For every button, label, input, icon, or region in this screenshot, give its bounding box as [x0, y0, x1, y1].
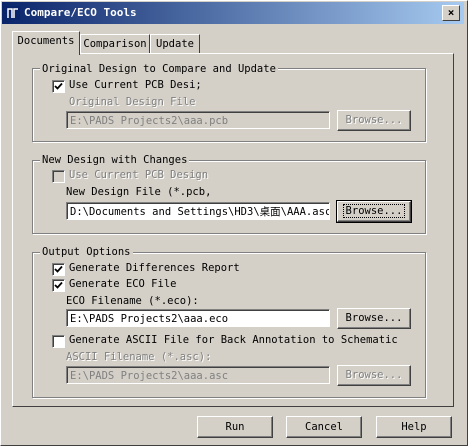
eco-filename-label: ECO Filename (*.eco):	[66, 295, 199, 307]
new-browse-button[interactable]: Browse...	[336, 200, 412, 223]
diff-report-label[interactable]: Generate Differences Report	[69, 262, 240, 275]
close-icon: ×	[447, 6, 455, 19]
new-use-current-pcb-checkbox[interactable]	[52, 170, 65, 183]
eco-file-label[interactable]: Generate ECO File	[69, 278, 176, 291]
title-bar[interactable]: Compare/ECO Tools ×	[2, 2, 464, 24]
ascii-file-checkbox[interactable]	[52, 335, 65, 348]
original-design-file-label: Original Design File	[69, 96, 196, 108]
ascii-filename-label: ASCII Filename (*.asc):	[66, 351, 212, 363]
eco-browse-button[interactable]: Browse...	[337, 308, 411, 329]
new-design-group-title: New Design with Changes	[40, 154, 190, 166]
ascii-browse-label: Browse...	[345, 369, 403, 381]
ascii-file-label[interactable]: Generate ASCII File for Back Annotation …	[69, 334, 398, 347]
help-button[interactable]: Help	[376, 416, 452, 438]
ascii-browse-button[interactable]: Browse...	[337, 365, 411, 386]
close-button[interactable]: ×	[442, 5, 460, 21]
eco-filename-field[interactable]: E:\PADS Projects2\aaa.eco	[66, 309, 330, 327]
diff-report-checkbox[interactable]	[52, 263, 65, 276]
original-design-group-title: Original Design to Compare and Update	[40, 63, 278, 75]
checkmark-icon	[54, 82, 63, 90]
new-design-file-label: New Design File (*.pcb,	[66, 186, 212, 198]
run-label: Run	[225, 421, 245, 433]
tab-update[interactable]: Update	[150, 34, 200, 54]
original-browse-label: Browse...	[345, 114, 403, 126]
checkmark-icon	[54, 265, 63, 273]
new-browse-label: Browse...	[342, 204, 406, 218]
output-options-group-title: Output Options	[40, 246, 133, 258]
ascii-filename-field[interactable]: E:\PADS Projects2\aaa.asc	[66, 366, 330, 384]
checkmark-icon	[54, 281, 63, 289]
eco-file-checkbox[interactable]	[52, 279, 65, 292]
run-button[interactable]: Run	[197, 416, 273, 438]
cancel-button[interactable]: Cancel	[286, 416, 362, 438]
use-current-pcb-checkbox[interactable]	[52, 80, 65, 93]
window-title: Compare/ECO Tools	[24, 6, 137, 19]
help-label: Help	[401, 421, 427, 433]
tab-documents[interactable]: Documents	[12, 31, 80, 55]
eco-browse-label: Browse...	[345, 312, 403, 324]
tab-update-label: Update	[156, 38, 194, 50]
app-icon	[6, 6, 20, 20]
original-browse-button[interactable]: Browse...	[337, 110, 411, 131]
tab-documents-label: Documents	[17, 35, 75, 47]
tab-comparison-label: Comparison	[83, 38, 147, 50]
tab-comparison[interactable]: Comparison	[80, 34, 150, 54]
new-design-file-field[interactable]: D:\Documents and Settings\HD3\桌面\AAA.asc	[66, 202, 330, 220]
original-design-file-field[interactable]: E:\PADS Projects2\aaa.pcb	[66, 111, 330, 129]
new-use-current-pcb-label: Use Current PCB Design	[69, 169, 209, 181]
cancel-label: Cancel	[305, 421, 343, 433]
use-current-pcb-label[interactable]: Use Current PCB Desi;	[69, 79, 202, 92]
